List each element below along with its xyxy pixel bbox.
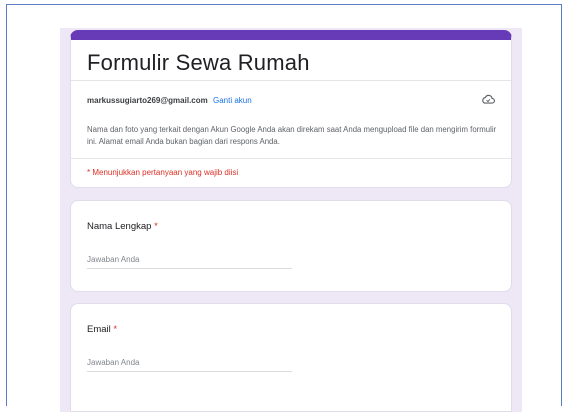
privacy-notice: Nama dan foto yang terkait dengan Akun G… xyxy=(87,125,497,146)
question-label-text: Email xyxy=(87,324,111,335)
email-input[interactable] xyxy=(87,358,292,372)
question-card-email: Email * xyxy=(70,303,512,412)
divider xyxy=(71,158,511,159)
form-title: Formulir Sewa Rumah xyxy=(87,50,310,75)
question-label-text: Nama Lengkap xyxy=(87,221,152,232)
switch-account-link[interactable]: Ganti akun xyxy=(213,96,252,105)
form-header-card: Formulir Sewa Rumah markussugiarto269@gm… xyxy=(70,30,512,188)
required-star: * xyxy=(113,324,118,335)
nama-lengkap-input[interactable] xyxy=(87,255,292,269)
required-star: * xyxy=(154,221,158,232)
cloud-icon xyxy=(482,94,495,104)
account-email: markussugiarto269@gmail.com xyxy=(87,96,208,105)
account-info: markussugiarto269@gmail.com Ganti akun xyxy=(87,96,252,105)
question-card-nama-lengkap: Nama Lengkap * xyxy=(70,200,512,292)
question-label: Email * xyxy=(87,324,117,335)
question-label: Nama Lengkap * xyxy=(87,221,158,232)
divider xyxy=(71,80,511,81)
required-note: * Menunjukkan pertanyaan yang wajib diis… xyxy=(87,168,239,177)
